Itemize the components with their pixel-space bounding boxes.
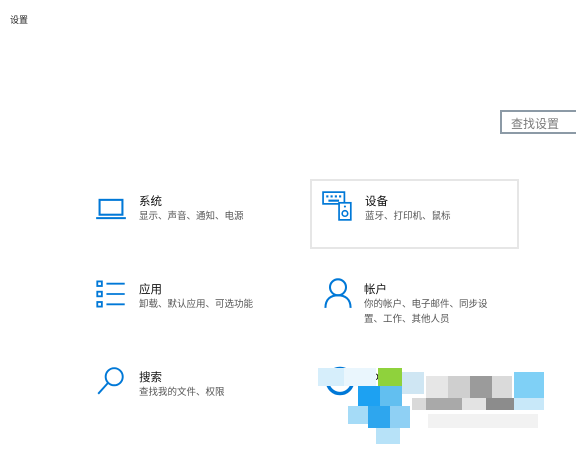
tile-desc: 卸载、默认应用、可选功能 <box>139 299 254 310</box>
person-icon <box>324 278 352 308</box>
search-input[interactable]: 查找设置 <box>500 110 576 134</box>
tile-desc: 置、工作、其他人员 <box>364 314 450 325</box>
tile-desc: 蓝牙、打印机、鼠标 <box>365 211 451 222</box>
tile-search[interactable]: 搜索 查找我的文件、权限 <box>90 358 290 418</box>
keyboard-speaker-icon <box>322 191 352 221</box>
tile-title: 应用 <box>139 282 162 296</box>
tile-title: 搜索 <box>139 370 162 384</box>
tile-title: 设备 <box>365 194 388 208</box>
tile-desc: 显示、声音、通知、电源 <box>139 211 244 222</box>
tile-desc: 查找我的文件、权限 <box>139 387 225 398</box>
tile-apps[interactable]: 应用 卸载、默认应用、可选功能 <box>90 270 290 330</box>
tile-desc: 你的帐户、电子邮件、同步设 <box>364 299 488 310</box>
tile-title: 帐户 <box>364 282 387 296</box>
tile-system[interactable]: 系统 显示、声音、通知、电源 <box>90 182 290 242</box>
watermark-mosaic <box>318 368 554 456</box>
tile-title: 系统 <box>139 194 162 208</box>
tile-accounts[interactable]: 帐户 你的帐户、电子邮件、同步设 置、工作、其他人员 <box>315 270 535 330</box>
laptop-icon <box>96 198 126 220</box>
apps-list-icon <box>96 280 125 308</box>
window-title: 设置 <box>10 16 29 26</box>
tile-devices[interactable]: 设备 蓝牙、打印机、鼠标 <box>310 179 519 249</box>
search-icon <box>97 367 124 395</box>
